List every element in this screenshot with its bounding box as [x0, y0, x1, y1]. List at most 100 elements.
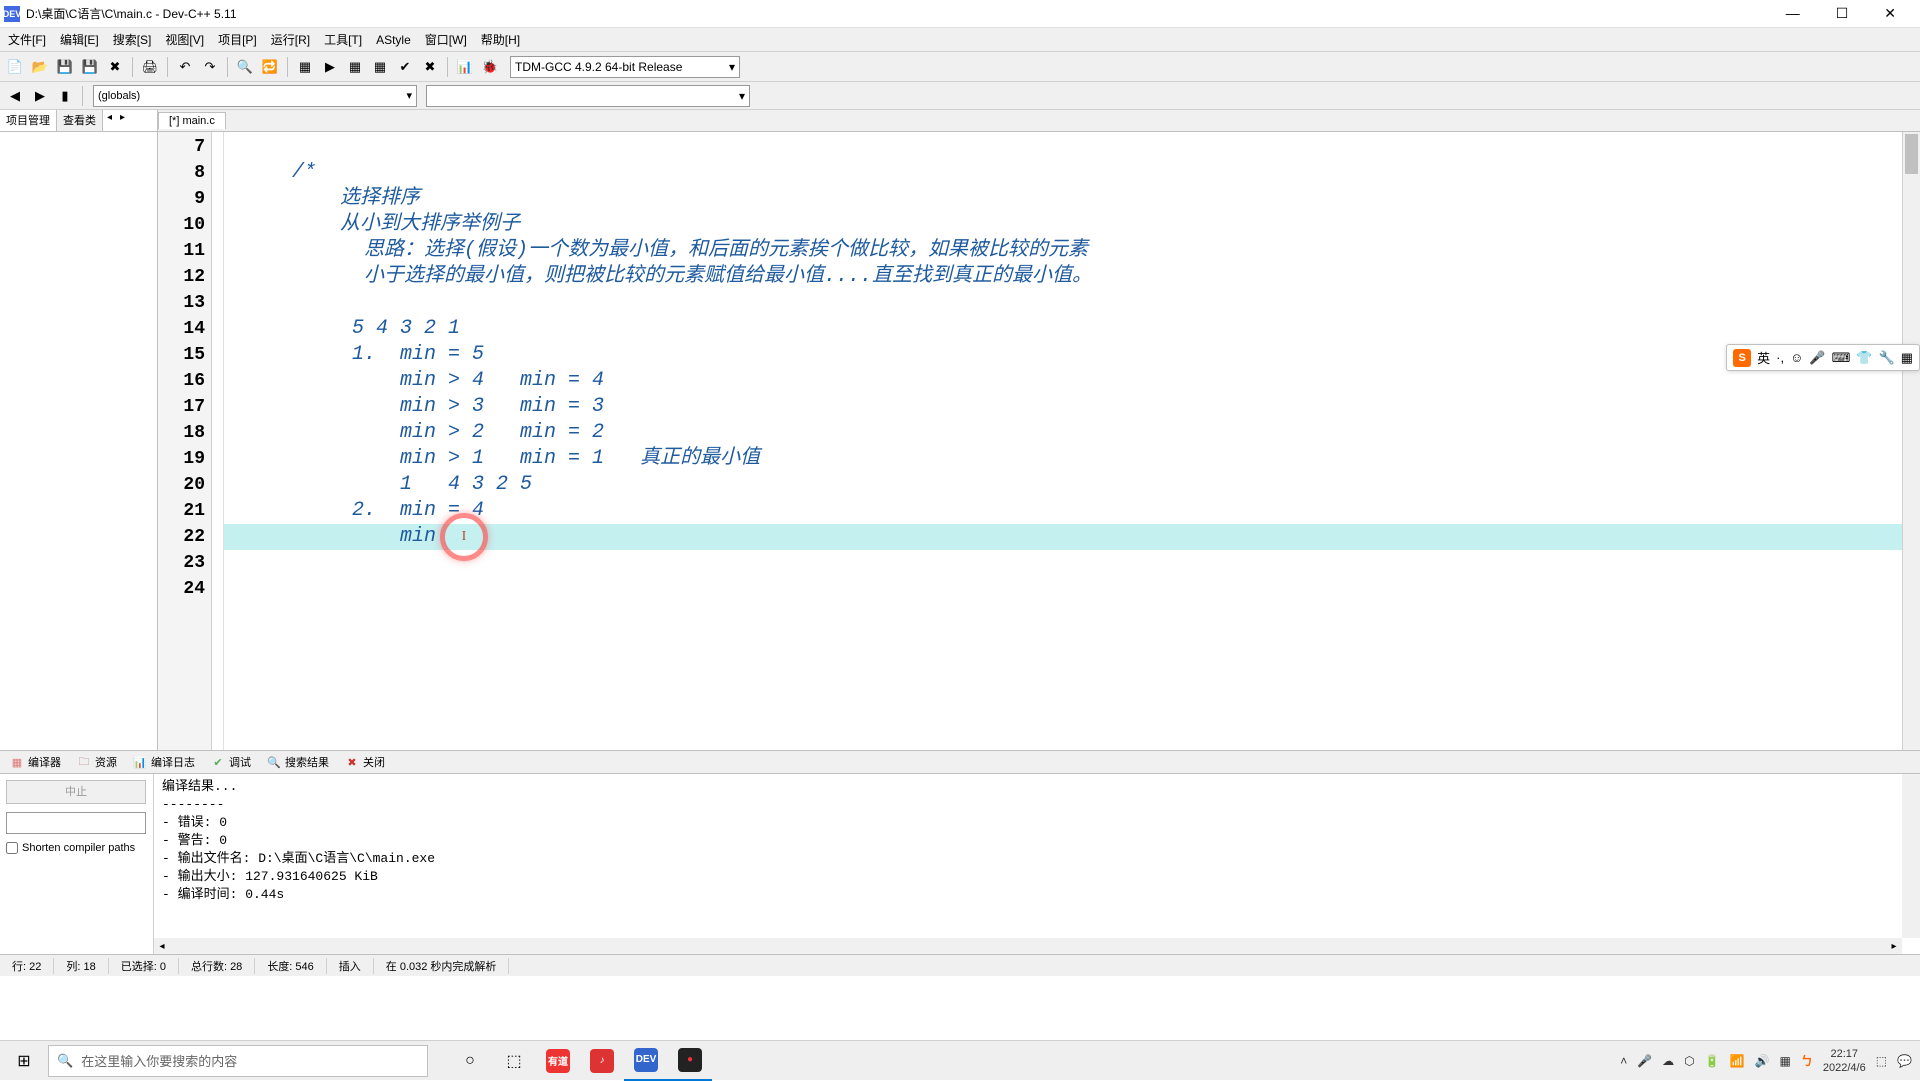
replace-icon[interactable]: 🔁	[259, 56, 281, 78]
app-devcpp[interactable]: DEV	[624, 1041, 668, 1081]
debug-bug-icon[interactable]: 🐞	[479, 56, 501, 78]
path-input[interactable]	[6, 812, 146, 834]
start-button[interactable]: ⊞	[0, 1041, 48, 1081]
separator	[227, 57, 228, 77]
menu-project[interactable]: 项目[P]	[212, 29, 263, 50]
file-tab-main[interactable]: [*] main.c	[158, 112, 226, 129]
ime-menu-icon[interactable]: ▦	[1901, 350, 1913, 366]
compile-icon[interactable]: ▦	[294, 56, 316, 78]
tray-wifi-icon[interactable]: 📶	[1730, 1054, 1745, 1068]
tray-sogou-icon[interactable]: ㄅ	[1801, 1052, 1813, 1069]
debug-icon[interactable]: ✔	[394, 56, 416, 78]
app-netease[interactable]: ♪	[580, 1041, 624, 1081]
compile-run-icon[interactable]: ▦	[344, 56, 366, 78]
compile-output: 编译结果... -------- - 错误: 0 - 警告: 0 - 输出文件名…	[154, 774, 1920, 908]
new-file-icon[interactable]: 📄	[4, 56, 26, 78]
app-icon: DEV	[4, 6, 20, 22]
tab-resources[interactable]: 🗀资源	[71, 752, 123, 772]
tray-app1-icon[interactable]: ⬚	[1876, 1054, 1887, 1068]
menu-run[interactable]: 运行[R]	[265, 29, 316, 50]
undo-icon[interactable]: ↶	[174, 56, 196, 78]
left-nav-prev[interactable]: ◂	[103, 110, 116, 131]
ime-lang[interactable]: 英	[1757, 348, 1770, 367]
status-row: 行: 22	[0, 958, 54, 974]
tab-close[interactable]: ✖关闭	[339, 752, 391, 772]
chevron-down-icon: ▾	[406, 89, 412, 102]
menu-edit[interactable]: 编辑[E]	[54, 29, 105, 50]
line-gutter: 789101112131415161718192021222324	[158, 132, 212, 750]
menu-view[interactable]: 视图[V]	[159, 29, 210, 50]
save-all-icon[interactable]: 💾	[79, 56, 101, 78]
minimize-button[interactable]: —	[1778, 3, 1808, 24]
open-file-icon[interactable]: 📂	[29, 56, 51, 78]
left-nav-next[interactable]: ▸	[116, 110, 129, 131]
tray-mic-icon[interactable]: 🎤	[1637, 1054, 1652, 1068]
ime-emoji-icon[interactable]: ☺	[1790, 350, 1803, 365]
status-bar: 行: 22 列: 18 已选择: 0 总行数: 28 长度: 546 插入 在 …	[0, 954, 1920, 976]
taskbar: ⊞ 🔍 在这里输入你要搜索的内容 ○ ⬚ 有道 ♪ DEV ● ˄ 🎤 ☁ ⬡ …	[0, 1040, 1920, 1080]
tray-onedrive-icon[interactable]: ☁	[1662, 1054, 1674, 1068]
status-col: 列: 18	[54, 958, 108, 974]
taskbar-search[interactable]: 🔍 在这里输入你要搜索的内容	[48, 1045, 428, 1077]
compiler-select[interactable]: TDM-GCC 4.9.2 64-bit Release ▾	[510, 56, 740, 78]
redo-icon[interactable]: ↷	[199, 56, 221, 78]
shorten-paths-checkbox[interactable]: Shorten compiler paths	[6, 842, 147, 854]
ime-bar[interactable]: S 英 ·, ☺ 🎤 ⌨ 👕 🔧 ▦	[1726, 344, 1920, 371]
rebuild-icon[interactable]: ▦	[369, 56, 391, 78]
window-title: D:\桌面\C语言\C\main.c - Dev-C++ 5.11	[26, 5, 1778, 22]
menu-help[interactable]: 帮助[H]	[475, 29, 526, 50]
vertical-scrollbar[interactable]	[1902, 132, 1920, 750]
taskbar-clock[interactable]: 22:172022/4/6	[1823, 1047, 1866, 1075]
ime-punct-icon[interactable]: ·,	[1776, 350, 1784, 365]
task-view-icon[interactable]: ○	[448, 1041, 492, 1081]
output-vscroll[interactable]	[1902, 774, 1920, 938]
tab-compile-log[interactable]: 📊编译日志	[127, 752, 201, 772]
close-file-icon[interactable]: ✖	[104, 56, 126, 78]
maximize-button[interactable]: ☐	[1828, 3, 1857, 24]
ime-tool-icon[interactable]: 🔧	[1879, 350, 1895, 366]
run-icon[interactable]: ▶	[319, 56, 341, 78]
profile-icon[interactable]: 📊	[454, 56, 476, 78]
stop-button[interactable]: 中止	[6, 780, 146, 804]
scope-select[interactable]: (globals) ▾	[93, 85, 417, 107]
menu-astyle[interactable]: AStyle	[370, 31, 417, 49]
tray-bluetooth-icon[interactable]: ⬡	[1684, 1054, 1694, 1068]
tab-search-results[interactable]: 🔍搜索结果	[261, 752, 335, 772]
forward-icon[interactable]: ▶	[29, 85, 51, 107]
menu-file[interactable]: 文件[F]	[2, 29, 52, 50]
ime-mic-icon[interactable]: 🎤	[1809, 350, 1825, 366]
close-button[interactable]: ✕	[1876, 3, 1904, 24]
menu-window[interactable]: 窗口[W]	[419, 29, 473, 50]
tab-project[interactable]: 项目管理	[0, 110, 57, 131]
code-editor[interactable]: 789101112131415161718192021222324 /* 选择排…	[158, 132, 1920, 750]
save-icon[interactable]: 💾	[54, 56, 76, 78]
tab-debug[interactable]: ✔调试	[205, 752, 257, 772]
print-icon[interactable]: 🖨	[139, 56, 161, 78]
tab-class-view[interactable]: 查看类	[57, 110, 103, 131]
ime-skin-icon[interactable]: 👕	[1856, 350, 1872, 366]
bookmark-icon[interactable]: ▮	[54, 85, 76, 107]
cortana-icon[interactable]: ⬚	[492, 1041, 536, 1081]
output-hscroll[interactable]: ◂▸	[154, 938, 1902, 954]
menu-tools[interactable]: 工具[T]	[318, 29, 368, 50]
toolbar-secondary: ◀ ▶ ▮ (globals) ▾ ▾	[0, 82, 1920, 110]
app-youdao[interactable]: 有道	[536, 1041, 580, 1081]
tab-compiler[interactable]: ▦编译器	[4, 752, 67, 772]
status-total-lines: 总行数: 28	[179, 958, 255, 974]
ime-keyboard-icon[interactable]: ⌨	[1832, 350, 1851, 366]
function-select[interactable]: ▾	[426, 85, 750, 107]
tray-chevron-icon[interactable]: ˄	[1620, 1054, 1627, 1068]
toolbar-main: 📄 📂 💾 💾 ✖ 🖨 ↶ ↷ 🔍 🔁 ▦ ▶ ▦ ▦ ✔ ✖ 📊 🐞 TDM-…	[0, 52, 1920, 82]
tray-battery-icon[interactable]: 🔋	[1705, 1054, 1720, 1068]
search-icon: 🔍	[57, 1053, 73, 1069]
search-placeholder: 在这里输入你要搜索的内容	[81, 1051, 237, 1070]
tray-notifications-icon[interactable]: 💬	[1897, 1054, 1912, 1068]
tray-volume-icon[interactable]: 🔊	[1755, 1054, 1770, 1068]
tray-ime-icon[interactable]: ▦	[1780, 1054, 1791, 1068]
find-icon[interactable]: 🔍	[234, 56, 256, 78]
menu-search[interactable]: 搜索[S]	[107, 29, 158, 50]
app-recorder[interactable]: ●	[668, 1041, 712, 1081]
stop-debug-icon[interactable]: ✖	[419, 56, 441, 78]
back-icon[interactable]: ◀	[4, 85, 26, 107]
code-area[interactable]: /* 选择排序 从小到大排序举例子 思路：选择(假设)一个数为最小值，和后面的元…	[224, 132, 1920, 750]
